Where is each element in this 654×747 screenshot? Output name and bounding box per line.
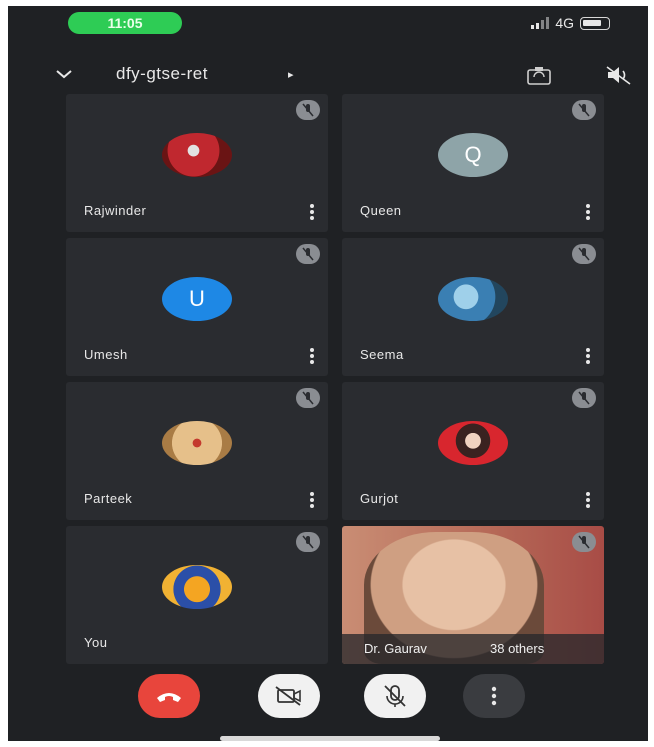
mic-muted-icon xyxy=(572,100,596,120)
camera-off-icon xyxy=(275,686,301,706)
more-options-icon[interactable] xyxy=(586,348,590,364)
avatar xyxy=(162,421,232,465)
speaker-icon[interactable] xyxy=(604,64,634,86)
participant-tile-queen[interactable]: Q Queen xyxy=(342,94,604,232)
participant-tile-gurjot[interactable]: Gurjot xyxy=(342,382,604,520)
participant-tile-parteek[interactable]: Parteek xyxy=(66,382,328,520)
status-time: 11:05 xyxy=(68,12,182,34)
more-options-icon[interactable] xyxy=(586,492,590,508)
participant-tile-dr-gaurav[interactable]: Dr. Gaurav 38 others xyxy=(342,526,604,664)
phone-hangup-icon xyxy=(157,693,181,702)
mic-off-icon xyxy=(384,685,406,707)
status-indicators: 4G xyxy=(531,15,610,31)
participant-name: Parteek xyxy=(84,491,133,506)
mic-muted-icon xyxy=(572,388,596,408)
participant-name: Rajwinder xyxy=(84,203,147,218)
mic-muted-icon xyxy=(572,244,596,264)
more-options-icon[interactable] xyxy=(310,348,314,364)
hangup-button[interactable] xyxy=(138,674,200,718)
mic-muted-icon xyxy=(296,532,320,552)
more-options-button[interactable] xyxy=(463,674,525,718)
avatar: Q xyxy=(438,133,508,177)
call-controls xyxy=(8,674,648,724)
switch-camera-icon[interactable] xyxy=(524,64,554,86)
avatar xyxy=(438,277,508,321)
phone-screen: 11:05 4G dfy-gtse-ret ▸ Rajwinder Q Quee… xyxy=(8,6,648,741)
participant-name: Seema xyxy=(360,347,404,362)
others-count[interactable]: 38 others xyxy=(490,641,544,656)
more-options-icon[interactable] xyxy=(310,204,314,220)
mic-toggle-button[interactable] xyxy=(364,674,426,718)
participant-name: Gurjot xyxy=(360,491,399,506)
home-indicator[interactable] xyxy=(220,736,440,741)
network-label: 4G xyxy=(555,15,574,31)
participant-tile-seema[interactable]: Seema xyxy=(342,238,604,376)
mic-muted-icon xyxy=(296,388,320,408)
mic-muted-icon xyxy=(296,244,320,264)
chevron-down-icon[interactable] xyxy=(54,66,74,82)
battery-icon xyxy=(580,16,610,30)
participant-tile-you[interactable]: You xyxy=(66,526,328,664)
avatar: U xyxy=(162,277,232,321)
signal-icon xyxy=(531,17,550,29)
participant-name: Dr. Gaurav xyxy=(364,641,427,656)
participant-tile-umesh[interactable]: U Umesh xyxy=(66,238,328,376)
participant-tile-rajwinder[interactable]: Rajwinder xyxy=(66,94,328,232)
meeting-info-caret-icon[interactable]: ▸ xyxy=(288,68,294,81)
more-options-icon[interactable] xyxy=(310,492,314,508)
mic-muted-icon xyxy=(572,532,596,552)
mic-muted-icon xyxy=(296,100,320,120)
meeting-code[interactable]: dfy-gtse-ret xyxy=(116,64,208,84)
participant-name: Umesh xyxy=(84,347,128,362)
participant-name: You xyxy=(84,635,108,650)
avatar xyxy=(162,565,232,609)
more-vertical-icon xyxy=(491,686,497,706)
meeting-header: dfy-gtse-ret ▸ xyxy=(8,58,648,94)
camera-toggle-button[interactable] xyxy=(258,674,320,718)
more-options-icon[interactable] xyxy=(586,204,590,220)
avatar xyxy=(162,133,232,177)
avatar xyxy=(438,421,508,465)
participant-name: Queen xyxy=(360,203,402,218)
